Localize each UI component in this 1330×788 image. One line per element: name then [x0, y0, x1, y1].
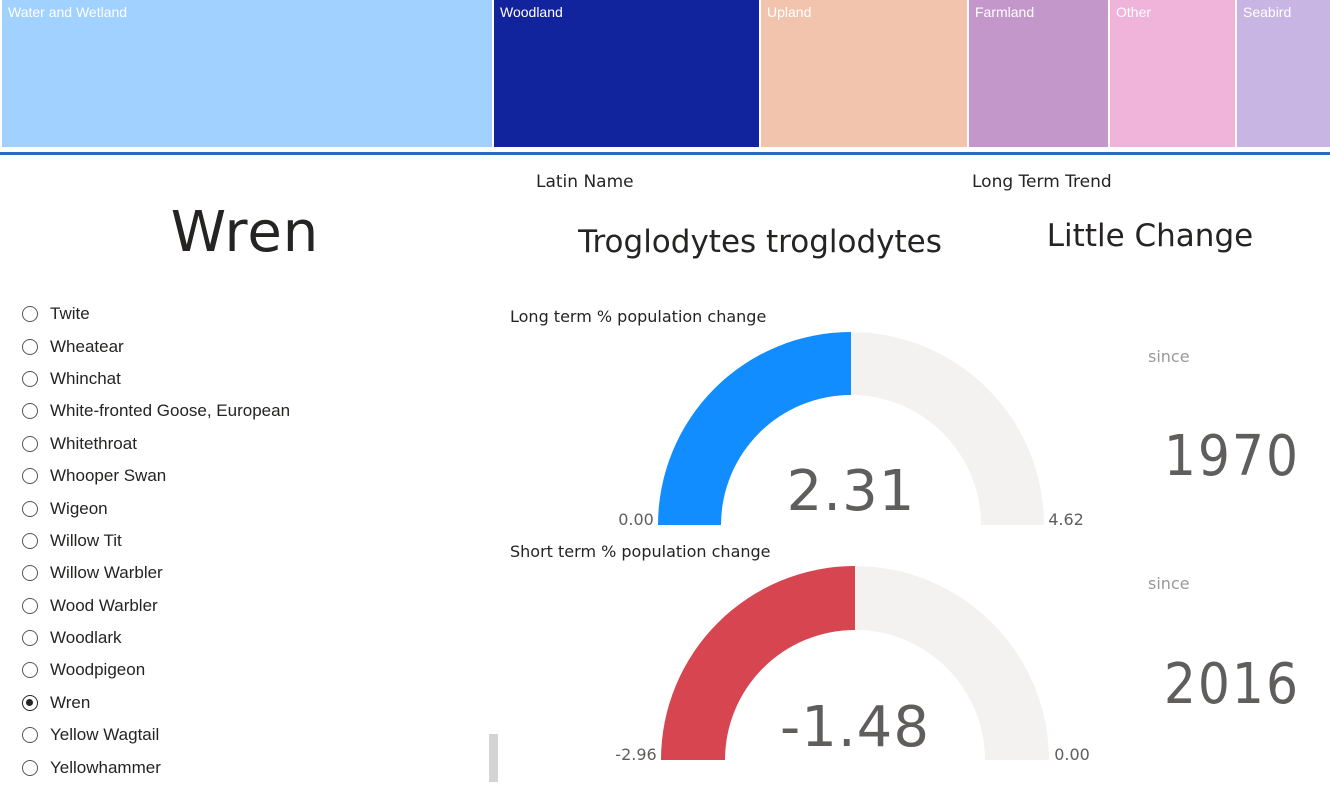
slicer-item[interactable]: Wigeon [22, 492, 482, 524]
radio-unchecked-icon[interactable] [22, 597, 38, 614]
slicer-item-label: Willow Tit [50, 530, 122, 550]
long-term-gauge: 2.31 0.00 4.62 [618, 332, 1084, 529]
gauge-max-label: 4.62 [1048, 510, 1084, 529]
section-divider [0, 152, 1330, 155]
gauge-max-label: 0.00 [1054, 745, 1090, 764]
slicer-scrollbar[interactable] [489, 734, 498, 782]
radio-unchecked-icon[interactable] [22, 370, 38, 387]
slicer-item-label: Wood Warbler [50, 595, 158, 615]
slicer-item[interactable]: Woodlark [22, 622, 482, 654]
slicer-item[interactable]: Willow Tit [22, 525, 482, 557]
gauge-value-label: -1.48 [780, 695, 930, 760]
slicer-item[interactable]: Twite [22, 298, 482, 330]
gauge-value-label: 2.31 [787, 459, 916, 524]
slicer-item[interactable]: White-fronted Goose, European [22, 395, 482, 427]
long-term-since-year: 1970 [1163, 424, 1300, 489]
slicer-item-label: Whinchat [50, 368, 121, 388]
slicer-item-label: Yellowhammer [50, 757, 161, 777]
slicer-item-label: Whitethroat [50, 433, 137, 453]
gauge-min-label: 0.00 [618, 510, 654, 529]
treemap-tile-label: Upland [767, 4, 812, 20]
short-term-gauge-title: Short term % population change [510, 542, 771, 561]
long-term-trend-header: Long Term Trend [972, 172, 1112, 192]
radio-unchecked-icon[interactable] [22, 532, 38, 549]
short-term-since-year: 2016 [1163, 652, 1300, 717]
radio-checked-icon[interactable] [22, 694, 38, 711]
species-slicer: Twite Wheatear Whinchat White-fronted Goose… [22, 298, 482, 784]
treemap-tile-upland[interactable]: Upland [761, 0, 969, 147]
slicer-item[interactable]: Whitethroat [22, 428, 482, 460]
radio-unchecked-icon[interactable] [22, 306, 38, 323]
long-term-trend-value: Little Change [1046, 218, 1254, 254]
radio-unchecked-icon[interactable] [22, 759, 38, 776]
slicer-item[interactable]: Wheatear [22, 330, 482, 362]
slicer-item-label: Woodpigeon [50, 660, 146, 680]
latin-name-header: Latin Name [536, 172, 634, 192]
slicer-item-label: Willow Warbler [50, 563, 163, 583]
radio-unchecked-icon[interactable] [22, 338, 38, 355]
radio-unchecked-icon[interactable] [22, 435, 38, 452]
radio-unchecked-icon[interactable] [22, 630, 38, 647]
radio-unchecked-icon[interactable] [22, 662, 38, 679]
treemap-tile-label: Water and Wetland [8, 4, 128, 20]
slicer-item-label: Wigeon [50, 498, 108, 518]
selected-bird-name: Wren [170, 200, 320, 265]
treemap-tile-seabird[interactable]: Seabird [1237, 0, 1330, 147]
slicer-item-label: White-fronted Goose, European [50, 401, 291, 421]
slicer-item[interactable]: Wren [22, 687, 482, 719]
treemap-tile-label: Farmland [975, 4, 1035, 20]
slicer-item[interactable]: Whooper Swan [22, 460, 482, 492]
slicer-item[interactable]: Whinchat [22, 363, 482, 395]
slicer-item-label: Woodlark [50, 628, 122, 648]
treemap-tile-water-and-wetland[interactable]: Water and Wetland [2, 0, 494, 147]
gauge-min-label: -2.96 [615, 745, 656, 764]
slicer-item[interactable]: Wood Warbler [22, 590, 482, 622]
slicer-item[interactable]: Woodpigeon [22, 654, 482, 686]
long-term-gauge-title: Long term % population change [510, 307, 767, 326]
treemap-tile-other[interactable]: Other [1110, 0, 1237, 147]
short-term-gauge: -1.48 -2.96 0.00 [615, 566, 1090, 764]
long-term-since-label: since [1148, 347, 1190, 366]
habitat-treemap: Water and Wetland Woodland Upland Farmla… [0, 0, 1330, 150]
slicer-item-label: Whooper Swan [50, 466, 167, 486]
treemap-tile-label: Other [1116, 4, 1152, 20]
radio-unchecked-icon[interactable] [22, 565, 38, 582]
slicer-item-label: Twite [50, 304, 90, 324]
slicer-item-label: Wren [50, 692, 91, 712]
treemap-tile-woodland[interactable]: Woodland [494, 0, 761, 147]
treemap-tile-farmland[interactable]: Farmland [969, 0, 1110, 147]
radio-unchecked-icon[interactable] [22, 403, 38, 420]
short-term-since-label: since [1148, 574, 1190, 593]
slicer-item-label: Yellow Wagtail [50, 725, 160, 745]
radio-unchecked-icon[interactable] [22, 468, 38, 485]
slicer-item[interactable]: Yellowhammer [22, 751, 482, 783]
slicer-item-label: Wheatear [50, 336, 124, 356]
treemap-tile-label: Woodland [500, 4, 563, 20]
radio-unchecked-icon[interactable] [22, 727, 38, 744]
latin-name-value: Troglodytes troglodytes [578, 224, 942, 260]
radio-unchecked-icon[interactable] [22, 500, 38, 517]
slicer-item[interactable]: Yellow Wagtail [22, 719, 482, 751]
slicer-item[interactable]: Willow Warbler [22, 557, 482, 589]
treemap-tile-label: Seabird [1243, 4, 1292, 20]
